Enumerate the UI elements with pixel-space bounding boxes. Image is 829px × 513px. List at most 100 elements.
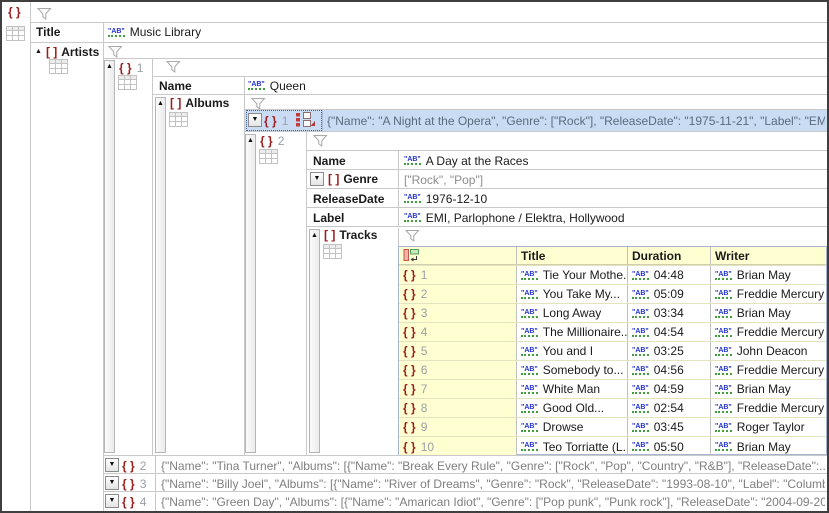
- album-2-item[interactable]: 2: [260, 133, 284, 149]
- string-type-icon: [715, 404, 732, 413]
- releasedate-key-cell[interactable]: ReleaseDate: [313, 190, 384, 207]
- string-type-icon: [521, 366, 538, 375]
- filter-icon[interactable]: [108, 45, 123, 58]
- string-type-icon: [632, 423, 649, 432]
- string-type-icon: [632, 290, 649, 299]
- divider: [30, 2, 31, 511]
- track-row[interactable]: 9 Drowse 03:45 Roger Taylor: [399, 418, 826, 437]
- table-mode-icon[interactable]: [49, 59, 68, 74]
- divider: [306, 150, 827, 151]
- divider: [322, 110, 323, 131]
- table-mode-icon[interactable]: [323, 244, 342, 259]
- json-preview-text: {"Name": "Tina Turner", "Albums": [{"Nam…: [161, 459, 825, 473]
- title-key-label: Title: [36, 25, 60, 39]
- table-mode-icon[interactable]: [169, 112, 188, 127]
- display-as-table-icon[interactable]: [295, 112, 316, 128]
- string-type-icon: [521, 385, 538, 394]
- object-icon: [8, 5, 21, 19]
- artist-4-preview[interactable]: {"Name": "Green Day", "Albums": [{"Name"…: [161, 493, 825, 510]
- string-type-icon: [521, 309, 538, 318]
- filter-icon[interactable]: [313, 134, 328, 147]
- albums-key-cell[interactable]: Albums: [170, 95, 229, 111]
- string-type-icon: [521, 404, 538, 413]
- collapse-bar[interactable]: ▲: [104, 60, 115, 453]
- string-type-icon: [248, 81, 265, 90]
- string-type-icon: [632, 442, 649, 451]
- track-row[interactable]: 5 You and I 03:25 John Deacon: [399, 342, 826, 361]
- artist-2-item[interactable]: 2: [122, 457, 146, 474]
- object-icon: [403, 420, 416, 434]
- album-1-preview[interactable]: {"Name": "A Night at the Opera", "Genre"…: [327, 112, 825, 129]
- track-row[interactable]: 10 Teo Torriatte (L... 05:50 Brian May: [399, 437, 826, 456]
- tracks-key-cell[interactable]: Tracks: [324, 227, 377, 243]
- label-key-cell[interactable]: Label: [313, 209, 344, 226]
- collapse-bar[interactable]: ▲: [155, 97, 166, 453]
- item-index: 4: [140, 495, 147, 509]
- divider: [306, 131, 307, 455]
- divider: [306, 188, 827, 189]
- table-mode-icon[interactable]: [259, 149, 278, 164]
- title-value-cell[interactable]: Music Library: [108, 23, 201, 41]
- artist-name-value: Queen: [270, 79, 306, 93]
- track-row[interactable]: 4 The Millionaire... 04:54 Freddie Mercu…: [399, 323, 826, 342]
- string-type-icon: [632, 309, 649, 318]
- artists-key-cell[interactable]: ▲ Artists: [35, 44, 99, 60]
- track-row[interactable]: 1 Tie Your Mothe... 04:48 Brian May: [399, 266, 826, 285]
- artist-3-preview[interactable]: {"Name": "Billy Joel", "Albums": [{"Name…: [161, 475, 825, 492]
- album-name-value-cell[interactable]: A Day at the Races: [404, 152, 528, 169]
- filter-icon[interactable]: [37, 7, 52, 20]
- expand-button[interactable]: ▼: [310, 172, 324, 186]
- name-key-cell[interactable]: Name: [159, 77, 192, 94]
- genre-key-label: Genre: [343, 172, 378, 186]
- artist-1-item[interactable]: 1: [119, 60, 143, 76]
- expand-button[interactable]: ▼: [105, 458, 119, 472]
- tracks-col-writer[interactable]: Writer: [711, 247, 826, 265]
- item-index: 1: [137, 61, 144, 75]
- expand-button[interactable]: ▼: [248, 113, 262, 127]
- artist-4-item[interactable]: 4: [122, 493, 146, 510]
- track-row[interactable]: 3 Long Away 03:34 Brian May: [399, 304, 826, 323]
- track-row[interactable]: 8 Good Old... 02:54 Freddie Mercury: [399, 399, 826, 418]
- tracks-col-title[interactable]: Title: [517, 247, 628, 265]
- object-icon: [264, 114, 277, 128]
- string-type-icon: [715, 366, 732, 375]
- string-type-icon: [715, 328, 732, 337]
- collapse-icon[interactable]: ▲: [35, 48, 42, 56]
- name-value-cell[interactable]: Queen: [248, 77, 306, 94]
- label-value-cell[interactable]: EMI, Parlophone / Elektra, Hollywood: [404, 209, 625, 226]
- track-row[interactable]: 7 White Man 04:59 Brian May: [399, 380, 826, 399]
- filter-icon[interactable]: [166, 60, 181, 73]
- object-icon: [403, 382, 416, 396]
- tracks-col-duration[interactable]: Duration: [628, 247, 711, 265]
- track-row[interactable]: 2 You Take My... 05:09 Freddie Mercury: [399, 285, 826, 304]
- collapse-bar[interactable]: ▲: [245, 134, 256, 453]
- string-type-icon: [715, 347, 732, 356]
- title-value: Music Library: [130, 25, 201, 39]
- album-1-item[interactable]: 1: [264, 112, 288, 129]
- album-name-value: A Day at the Races: [426, 154, 529, 168]
- table-mode-icon[interactable]: [6, 26, 25, 41]
- expand-button[interactable]: ▼: [105, 476, 119, 490]
- string-type-icon: [715, 290, 732, 299]
- genre-key-cell[interactable]: Genre: [328, 171, 378, 187]
- object-icon: [403, 268, 416, 282]
- collapse-bar[interactable]: ▲: [309, 229, 320, 453]
- track-row[interactable]: 6 Somebody to... 04:56 Freddie Mercury: [399, 361, 826, 380]
- table-mode-icon[interactable]: [118, 75, 137, 90]
- genre-value-cell[interactable]: ["Rock", "Pop"]: [404, 171, 483, 188]
- artist-3-item[interactable]: 3: [122, 475, 146, 492]
- array-icon: [324, 228, 335, 242]
- string-type-icon: [715, 271, 732, 280]
- object-icon: [403, 344, 416, 358]
- divider: [152, 58, 153, 455]
- title-key-cell[interactable]: Title: [36, 23, 60, 41]
- object-icon: [122, 495, 135, 509]
- artist-2-preview[interactable]: {"Name": "Tina Turner", "Albums": [{"Nam…: [161, 457, 825, 474]
- string-type-icon: [521, 423, 538, 432]
- divider: [306, 226, 827, 227]
- name-key-cell[interactable]: Name: [313, 152, 346, 169]
- filter-icon[interactable]: [405, 229, 420, 242]
- releasedate-value-cell[interactable]: 1976-12-10: [404, 190, 487, 207]
- expand-button[interactable]: ▼: [105, 494, 119, 508]
- transpose-header-cell[interactable]: [399, 247, 517, 265]
